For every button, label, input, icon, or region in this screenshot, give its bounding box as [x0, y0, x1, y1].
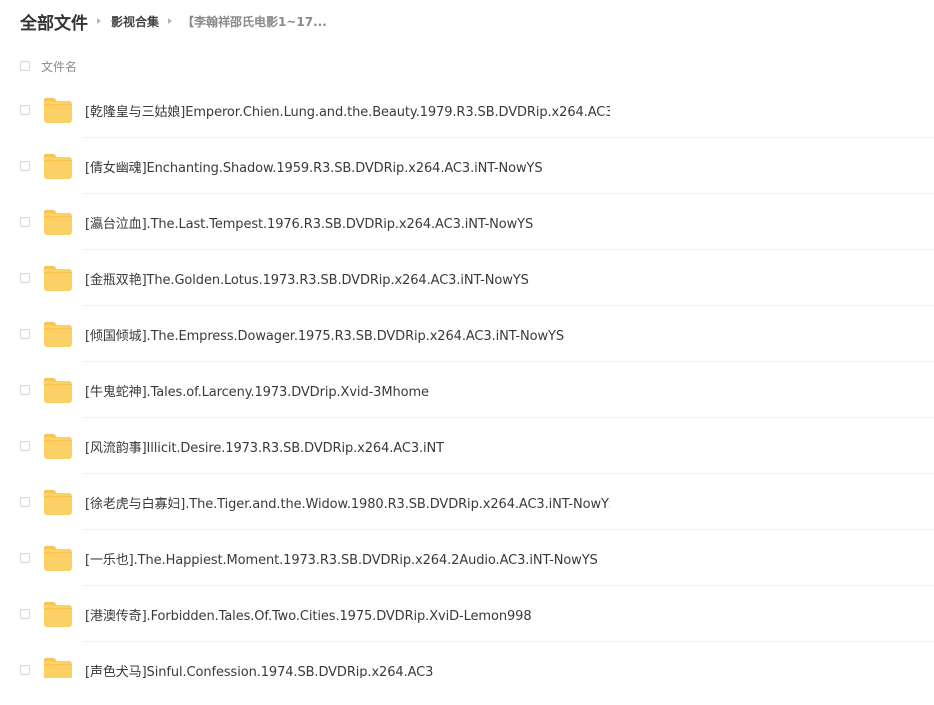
row-checkbox[interactable]	[20, 497, 30, 507]
select-all-checkbox[interactable]	[20, 61, 30, 71]
file-row[interactable]: [金瓶双艳]The.Golden.Lotus.1973.R3.SB.DVDRip…	[20, 250, 934, 306]
file-row[interactable]: [瀛台泣血].The.Last.Tempest.1976.R3.SB.DVDRi…	[20, 194, 934, 250]
filename-column-header[interactable]: 文件名	[41, 58, 77, 75]
row-checkbox[interactable]	[20, 609, 30, 619]
breadcrumb-separator-icon	[168, 18, 173, 24]
file-row[interactable]: [倩女幽魂]Enchanting.Shadow.1959.R3.SB.DVDRi…	[20, 138, 934, 194]
folder-icon	[44, 601, 72, 627]
row-checkbox[interactable]	[20, 553, 30, 563]
breadcrumb-current-folder: 【李翰祥邵氏电影1~17...	[182, 14, 327, 29]
file-name[interactable]: [倾国倾城].The.Empress.Dowager.1975.R3.SB.DV…	[85, 325, 564, 344]
file-row[interactable]: [徐老虎与白寡妇].The.Tiger.and.the.Widow.1980.R…	[20, 474, 934, 530]
file-name[interactable]: [徐老虎与白寡妇].The.Tiger.and.the.Widow.1980.R…	[85, 493, 610, 512]
folder-icon	[44, 153, 72, 179]
folder-icon	[44, 545, 72, 571]
folder-icon	[44, 433, 72, 459]
folder-icon	[44, 377, 72, 403]
breadcrumb: 全部文件 影视合集 【李翰祥邵氏电影1~17...	[20, 8, 327, 34]
file-row[interactable]: [乾隆皇与三姑娘]Emperor.Chien.Lung.and.the.Beau…	[20, 82, 934, 138]
folder-icon	[44, 321, 72, 347]
folder-icon	[44, 657, 72, 678]
file-row[interactable]: [风流韵事]Illicit.Desire.1973.R3.SB.DVDRip.x…	[20, 418, 934, 474]
row-checkbox[interactable]	[20, 441, 30, 451]
row-checkbox[interactable]	[20, 105, 30, 115]
row-checkbox[interactable]	[20, 161, 30, 171]
folder-icon	[44, 97, 72, 123]
file-name[interactable]: [乾隆皇与三姑娘]Emperor.Chien.Lung.and.the.Beau…	[85, 101, 610, 120]
folder-icon	[44, 209, 72, 235]
file-name[interactable]: [牛鬼蛇神].Tales.of.Larceny.1973.DVDrip.Xvid…	[85, 381, 429, 400]
file-row[interactable]: [声色犬马]Sinful.Confession.1974.SB.DVDRip.x…	[20, 642, 934, 678]
file-row[interactable]: [牛鬼蛇神].Tales.of.Larceny.1973.DVDrip.Xvid…	[20, 362, 934, 418]
file-list-header: 文件名	[20, 57, 77, 75]
file-name[interactable]: [港澳传奇].Forbidden.Tales.Of.Two.Cities.197…	[85, 605, 532, 624]
file-row[interactable]: [一乐也].The.Happiest.Moment.1973.R3.SB.DVD…	[20, 530, 934, 586]
row-checkbox[interactable]	[20, 329, 30, 339]
row-checkbox[interactable]	[20, 385, 30, 395]
row-checkbox[interactable]	[20, 273, 30, 283]
folder-icon	[44, 489, 72, 515]
breadcrumb-root-link[interactable]: 全部文件	[20, 9, 88, 34]
file-list: [乾隆皇与三姑娘]Emperor.Chien.Lung.and.the.Beau…	[20, 82, 934, 678]
breadcrumb-folder-link[interactable]: 影视合集	[111, 13, 159, 30]
file-name[interactable]: [倩女幽魂]Enchanting.Shadow.1959.R3.SB.DVDRi…	[85, 157, 543, 176]
row-checkbox[interactable]	[20, 665, 30, 675]
breadcrumb-separator-icon	[97, 18, 101, 24]
file-name[interactable]: [一乐也].The.Happiest.Moment.1973.R3.SB.DVD…	[85, 549, 598, 568]
folder-icon	[44, 265, 72, 291]
file-name[interactable]: [声色犬马]Sinful.Confession.1974.SB.DVDRip.x…	[85, 661, 433, 679]
file-name[interactable]: [风流韵事]Illicit.Desire.1973.R3.SB.DVDRip.x…	[85, 437, 444, 456]
file-name[interactable]: [金瓶双艳]The.Golden.Lotus.1973.R3.SB.DVDRip…	[85, 269, 529, 288]
file-row[interactable]: [倾国倾城].The.Empress.Dowager.1975.R3.SB.DV…	[20, 306, 934, 362]
row-checkbox[interactable]	[20, 217, 30, 227]
file-row[interactable]: [港澳传奇].Forbidden.Tales.Of.Two.Cities.197…	[20, 586, 934, 642]
file-name[interactable]: [瀛台泣血].The.Last.Tempest.1976.R3.SB.DVDRi…	[85, 213, 533, 232]
